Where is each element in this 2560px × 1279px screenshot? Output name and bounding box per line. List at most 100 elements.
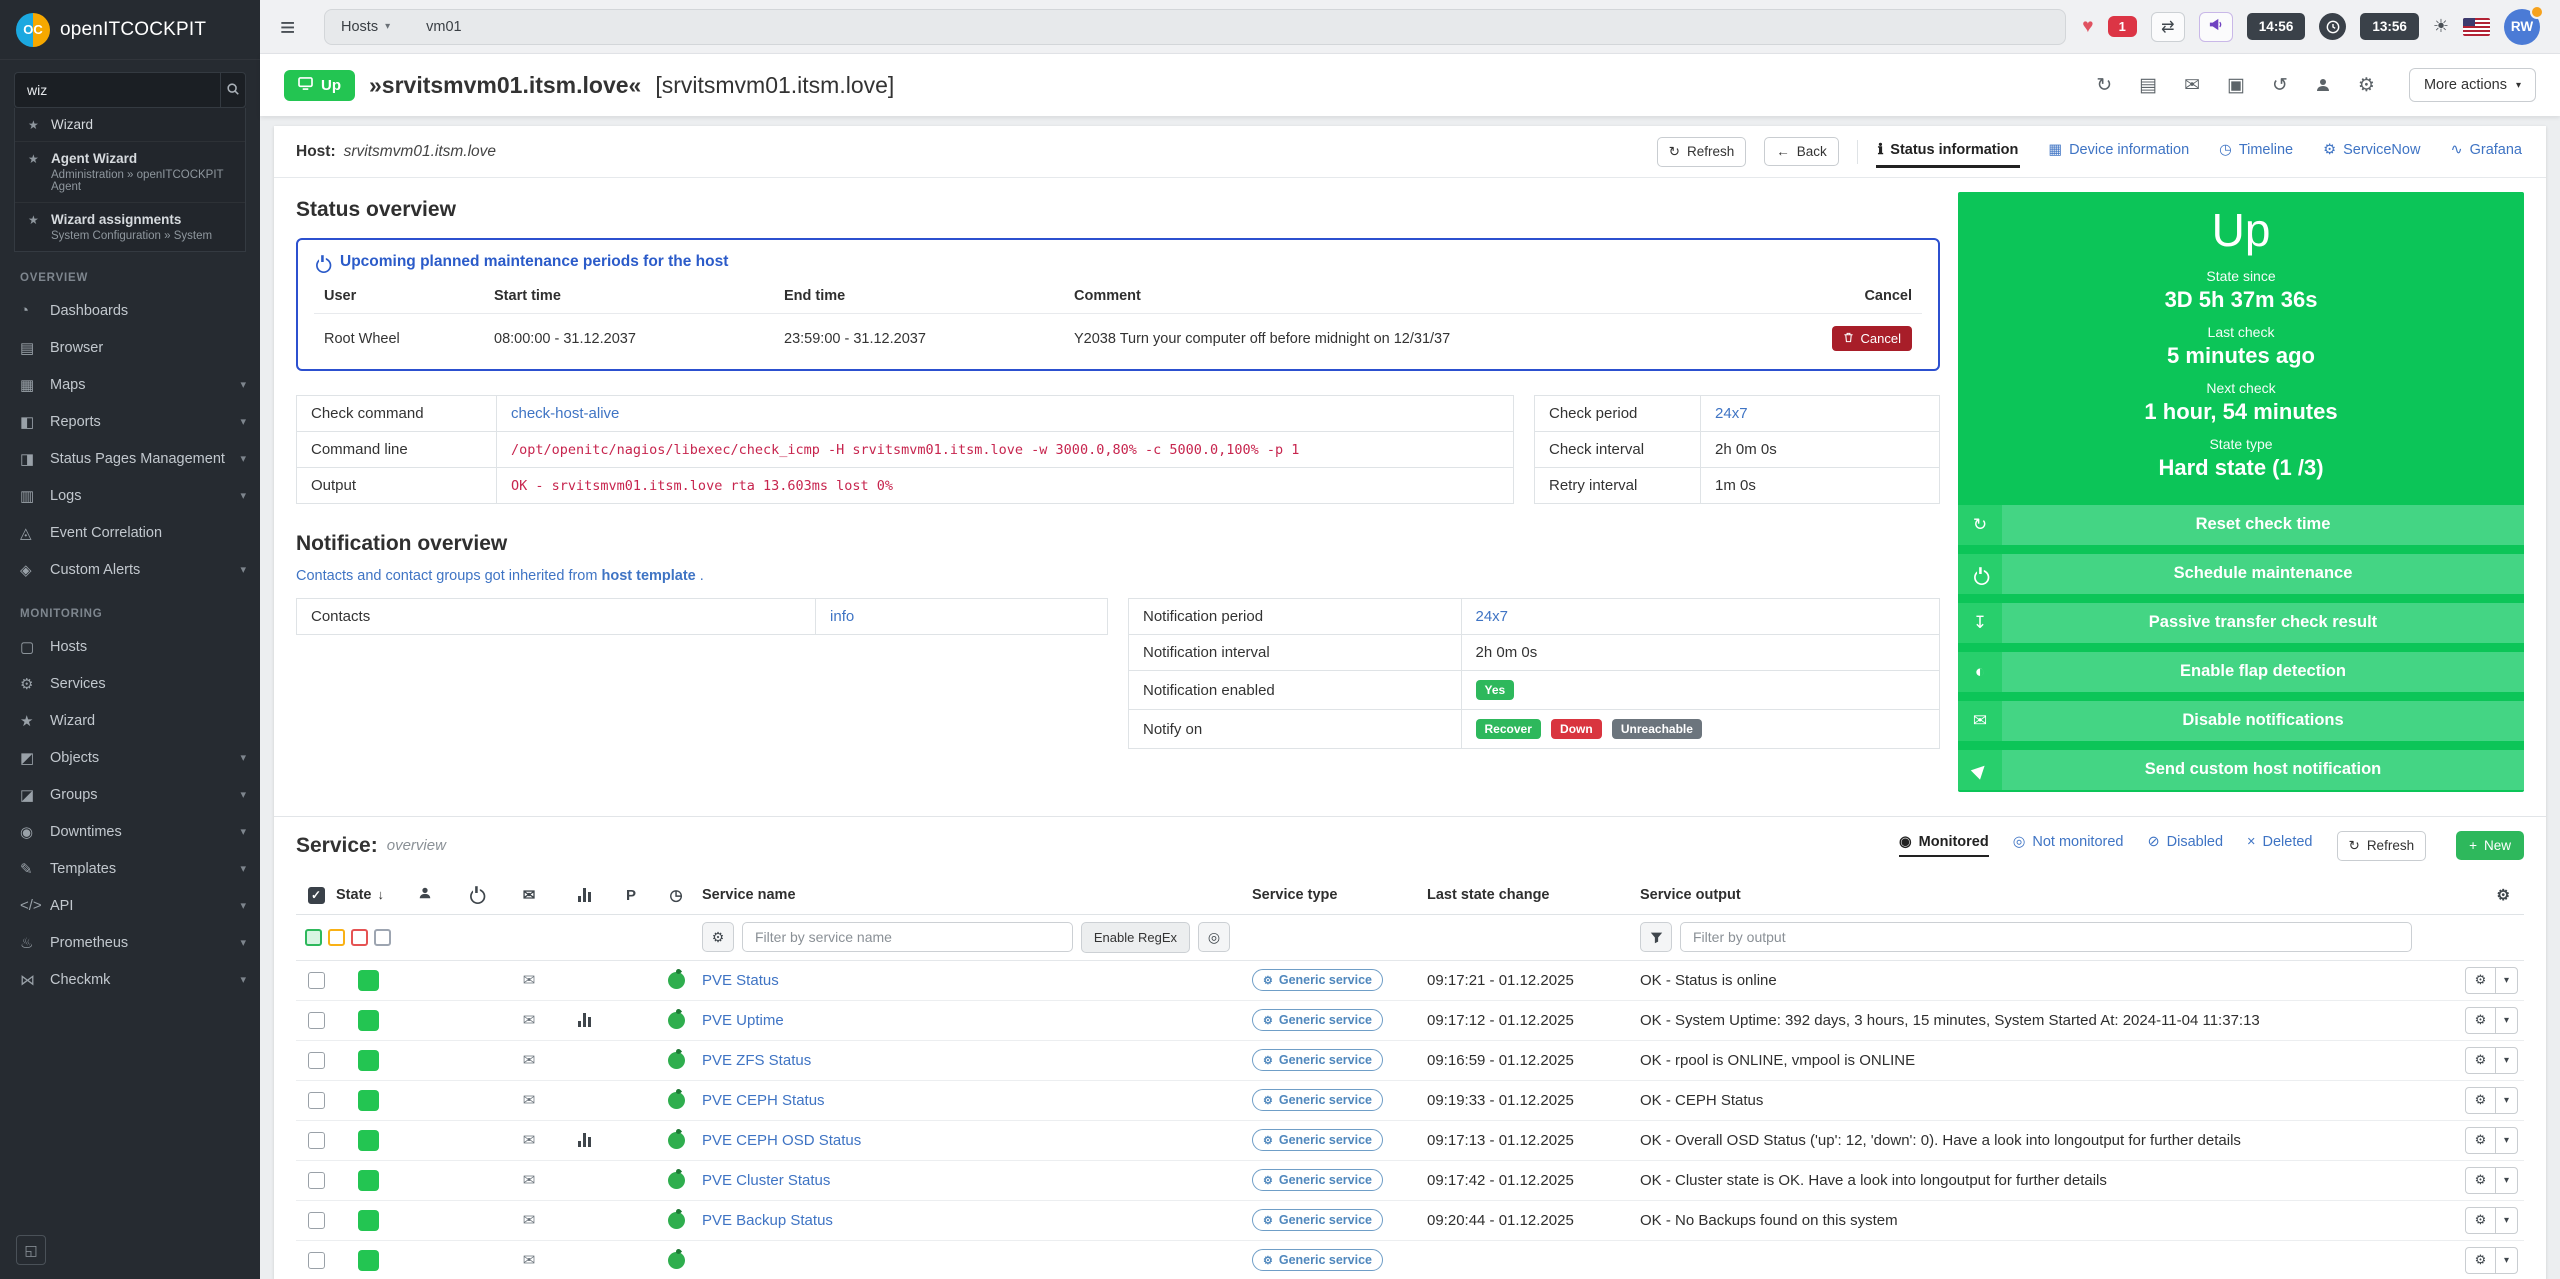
service-settings-button[interactable]: ⚙ (2465, 967, 2496, 994)
service-dropdown-button[interactable]: ▾ (2495, 1007, 2518, 1034)
service-dropdown-button[interactable]: ▾ (2495, 1047, 2518, 1074)
sidebar-item-prometheus[interactable]: ♨Prometheus▾ (0, 924, 260, 961)
theme-toggle-sun-icon[interactable]: ☀ (2433, 16, 2449, 37)
tab-deleted[interactable]: ×Deleted (2247, 834, 2312, 857)
passive-transfer-button[interactable]: ↧Passive transfer check result (1958, 603, 2524, 643)
service-name-link[interactable]: PVE CEPH OSD Status (702, 1132, 1252, 1149)
check-period-link[interactable]: 24x7 (1715, 405, 1748, 422)
refresh-toggle-button[interactable]: ⇄ (2151, 12, 2185, 42)
row-checkbox[interactable] (308, 972, 325, 989)
search-button[interactable] (220, 72, 246, 108)
send-custom-notification-button[interactable]: ▶Send custom host notification (1958, 750, 2524, 790)
host-template-link[interactable]: host template (601, 568, 695, 584)
user-avatar[interactable]: RW (2504, 9, 2540, 45)
mail-icon[interactable]: ✉ (2184, 74, 2200, 97)
filter-critical-checkbox[interactable] (351, 929, 368, 946)
service-name-link[interactable]: PVE Status (702, 972, 1252, 989)
filter-ok-checkbox[interactable] (305, 929, 322, 946)
sidebar-item-api[interactable]: </>API▾ (0, 887, 260, 924)
tab-not-monitored[interactable]: ◎Not monitored (2013, 834, 2124, 857)
service-settings-button[interactable]: ⚙ (2465, 1047, 2496, 1074)
favorites-heart-icon[interactable]: ♥ (2082, 16, 2093, 38)
enable-flap-detection-button[interactable]: ◐Enable flap detection (1958, 652, 2524, 692)
service-settings-button[interactable]: ⚙ (2465, 1087, 2496, 1114)
service-dropdown-button[interactable]: ▾ (2495, 1127, 2518, 1154)
regex-marker-icon[interactable]: ◎ (1198, 922, 1230, 952)
row-checkbox[interactable] (308, 1012, 325, 1029)
service-output-filter-input[interactable] (1680, 922, 2412, 952)
row-checkbox[interactable] (308, 1052, 325, 1069)
sidebar-item-dashboards[interactable]: ◔Dashboards (0, 292, 260, 329)
sidebar-search-input[interactable] (14, 72, 220, 108)
service-dropdown-button[interactable]: ▾ (2495, 1247, 2518, 1274)
more-actions-button[interactable]: More actions ▾ (2409, 68, 2536, 102)
tab-device-information[interactable]: ▦Device information (2046, 135, 2191, 168)
tab-status-information[interactable]: ℹStatus information (1876, 135, 2021, 168)
enable-regex-button[interactable]: Enable RegEx (1081, 922, 1190, 953)
cancel-maintenance-button[interactable]: Cancel (1832, 326, 1912, 351)
state-column-header[interactable]: State↓ (336, 887, 400, 903)
service-name-link[interactable]: PVE Cluster Status (702, 1172, 1252, 1189)
back-button[interactable]: ←Back (1764, 137, 1839, 166)
service-settings-button[interactable]: ⚙ (2465, 1247, 2496, 1274)
tab-grafana[interactable]: ∿Grafana (2448, 135, 2524, 168)
row-checkbox[interactable] (308, 1212, 325, 1229)
check-command-link[interactable]: check-host-alive (511, 405, 619, 422)
refresh-button[interactable]: ↻Refresh (1657, 137, 1747, 167)
service-settings-button[interactable]: ⚙ (2465, 1007, 2496, 1034)
language-flag-us[interactable] (2463, 18, 2490, 36)
sidebar-item-downtimes[interactable]: ◉Downtimes▾ (0, 813, 260, 850)
menu-icon[interactable]: ≡ (280, 14, 308, 40)
user-icon[interactable] (2315, 77, 2331, 93)
sidebar-item-maps[interactable]: ▦Maps▾ (0, 366, 260, 403)
sidebar-item-wizard[interactable]: ★Wizard (0, 702, 260, 739)
announcements-button[interactable] (2199, 12, 2233, 42)
contact-link[interactable]: info (830, 608, 854, 625)
sidebar-item-reports[interactable]: ◧Reports▾ (0, 403, 260, 440)
row-checkbox[interactable] (308, 1132, 325, 1149)
sidebar-item-objects[interactable]: ◩Objects▾ (0, 739, 260, 776)
service-name-link[interactable]: PVE Uptime (702, 1012, 1252, 1029)
tab-disabled[interactable]: ⊘Disabled (2147, 834, 2223, 857)
service-name-link[interactable]: PVE ZFS Status (702, 1052, 1252, 1069)
row-checkbox[interactable] (308, 1092, 325, 1109)
tab-servicenow[interactable]: ⚙ServiceNow (2321, 135, 2422, 168)
service-name-filter-input[interactable] (742, 922, 1073, 952)
filter-settings-icon[interactable]: ⚙ (702, 922, 734, 952)
sidebar-item-checkmk[interactable]: ⋈Checkmk▾ (0, 961, 260, 998)
search-result-wizard-assignments[interactable]: ★ Wizard assignments System Configuratio… (15, 203, 245, 251)
filter-warning-checkbox[interactable] (328, 929, 345, 946)
report-icon[interactable]: ▤ (2139, 74, 2157, 97)
select-all-checkbox[interactable]: ✓ (308, 887, 325, 904)
notification-period-link[interactable]: 24x7 (1476, 608, 1509, 625)
service-name-link[interactable]: PVE CEPH Status (702, 1092, 1252, 1109)
filter-unknown-checkbox[interactable] (374, 929, 391, 946)
checklist-icon[interactable]: ▣ (2227, 74, 2245, 97)
sidebar-item-services[interactable]: ⚙Services (0, 665, 260, 702)
history-icon[interactable]: ↺ (2272, 74, 2288, 97)
sidebar-item-status-pages-management[interactable]: ◨Status Pages Management▾ (0, 440, 260, 477)
service-dropdown-button[interactable]: ▾ (2495, 967, 2518, 994)
sidebar-item-event-correlation[interactable]: ◬Event Correlation (0, 514, 260, 551)
breadcrumb-hosts-dropdown[interactable]: Hosts ▾ (341, 19, 390, 35)
settings-gear-icon[interactable]: ⚙ (2358, 74, 2375, 97)
schedule-maintenance-button[interactable]: Schedule maintenance (1958, 554, 2524, 594)
sidebar-item-hosts[interactable]: ▢Hosts (0, 628, 260, 665)
disable-notifications-button[interactable]: ✉Disable notifications (1958, 701, 2524, 741)
sidebar-expand-button[interactable]: ◱ (16, 1235, 46, 1265)
service-settings-button[interactable]: ⚙ (2465, 1127, 2496, 1154)
tab-timeline[interactable]: ◷Timeline (2217, 135, 2295, 168)
sidebar-item-custom-alerts[interactable]: ◈Custom Alerts▾ (0, 551, 260, 588)
sidebar-item-groups[interactable]: ◪Groups▾ (0, 776, 260, 813)
search-result-wizard[interactable]: ★ Wizard (15, 108, 245, 142)
row-checkbox[interactable] (308, 1252, 325, 1269)
output-filter-funnel-icon[interactable] (1640, 922, 1672, 952)
service-settings-button[interactable]: ⚙ (2465, 1167, 2496, 1194)
service-dropdown-button[interactable]: ▾ (2495, 1087, 2518, 1114)
sidebar-item-logs[interactable]: ▥Logs▾ (0, 477, 260, 514)
service-name-link[interactable]: PVE Backup Status (702, 1212, 1252, 1229)
reset-check-time-button[interactable]: ↻Reset check time (1958, 505, 2524, 545)
search-result-agent-wizard[interactable]: ★ Agent Wizard Administration » openITCO… (15, 142, 245, 203)
sidebar-item-browser[interactable]: ▤Browser (0, 329, 260, 366)
refresh-icon[interactable]: ↻ (2096, 74, 2112, 97)
